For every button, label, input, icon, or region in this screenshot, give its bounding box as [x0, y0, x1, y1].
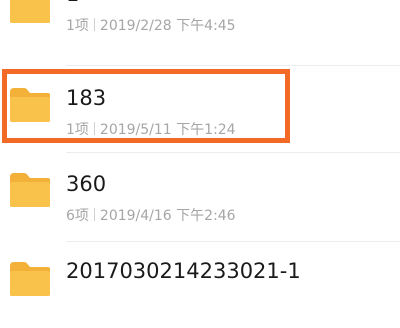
- meta-separator: [93, 208, 95, 221]
- folder-item[interactable]: 183 1项 2019/5/11 下午1:24: [0, 66, 400, 152]
- folder-icon: [8, 0, 52, 25]
- folder-date: 2019/2/28 下午4:45: [99, 18, 236, 34]
- folder-item-count: 1项: [66, 18, 89, 34]
- folder-icon: [8, 260, 52, 298]
- folder-date: 2019/4/16 下午2:46: [99, 208, 236, 224]
- file-list: 1 1项 2019/2/28 下午4:45 183 1项 2019/5/11 下午1…: [0, 0, 400, 328]
- folder-name: 360: [66, 172, 107, 196]
- meta-separator: [93, 122, 95, 135]
- meta-separator: [93, 18, 95, 31]
- folder-icon: [8, 171, 52, 209]
- folder-meta: 6项 2019/4/16 下午2:46: [66, 208, 236, 223]
- folder-item[interactable]: 360 6项 2019/4/16 下午2:46: [0, 153, 400, 239]
- folder-icon: [8, 86, 52, 124]
- folder-meta: 1项 2019/2/28 下午4:45: [66, 18, 236, 33]
- folder-item-count: 1项: [66, 122, 89, 138]
- folder-meta: 1项 2019/5/11 下午1:24: [66, 122, 236, 137]
- folder-item[interactable]: 1 1项 2019/2/28 下午4:45: [0, 0, 400, 66]
- folder-item[interactable]: 20170302142330​21-1: [0, 242, 400, 328]
- folder-date: 2019/5/11 下午1:24: [99, 122, 236, 138]
- folder-name: 20170302142330​21-1: [66, 259, 301, 283]
- folder-name: 183: [66, 86, 107, 110]
- folder-name: 1: [66, 0, 79, 5]
- folder-item-count: 6项: [66, 208, 89, 224]
